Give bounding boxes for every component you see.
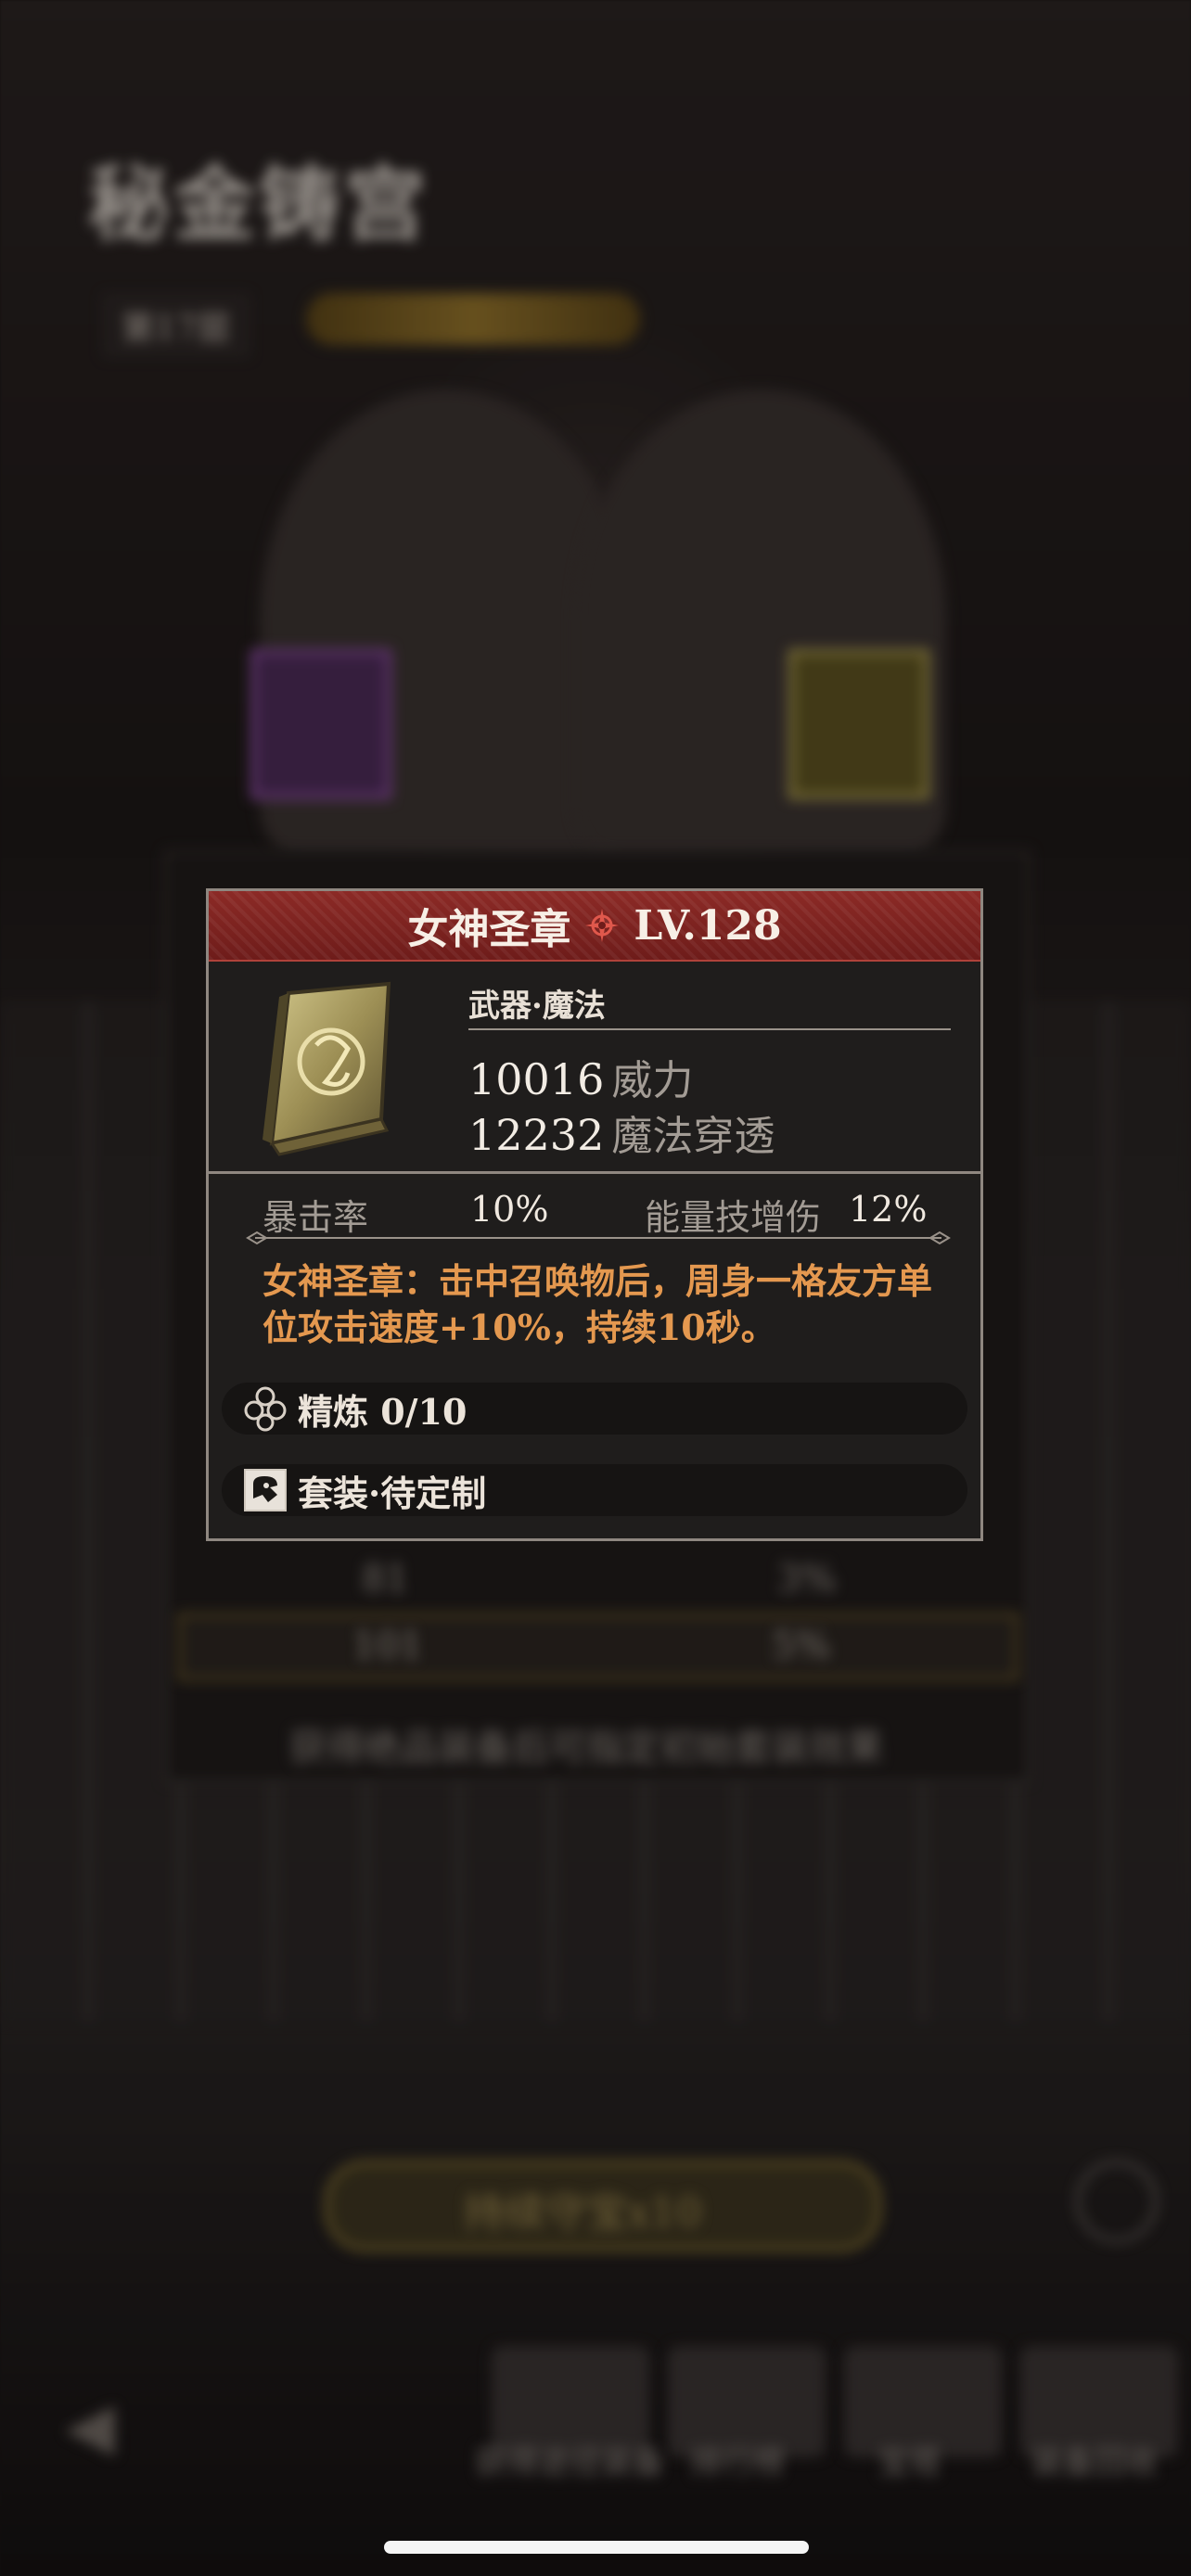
refine-row[interactable]: 精炼 0/10	[222, 1383, 967, 1435]
item-description: 女神圣章：击中召唤物后，周身一格友方单位攻击速度+10%，持续10秒。	[263, 1260, 933, 1348]
item-summary: 武器·魔法 10016 威力 12232 魔法穿透	[209, 962, 980, 1174]
tooltip-header: 女神圣章 LV.128	[209, 891, 980, 962]
item-tooltip: 女神圣章 LV.128 武器·魔法 10016 威力 12232 魔法穿透 暴击…	[206, 888, 983, 1541]
refine-text: 精炼 0/10	[298, 1390, 467, 1433]
stat-power-value: 10016	[468, 1054, 605, 1104]
stat-power: 10016 威力	[468, 1047, 693, 1106]
item-level: LV.128	[634, 901, 782, 950]
stat-penetration-value: 12232	[468, 1110, 605, 1160]
set-custom-icon	[244, 1469, 287, 1511]
stat-penetration-label: 魔法穿透	[611, 1113, 775, 1160]
refine-cluster-icon	[244, 1386, 287, 1432]
stat-power-label: 威力	[611, 1057, 694, 1104]
rune-icon	[585, 909, 620, 942]
crit-value: 10%	[470, 1189, 549, 1230]
ornament-divider	[246, 1231, 951, 1245]
weapon-type: 武器·魔法	[468, 988, 606, 1025]
stat-penetration: 12232 魔法穿透	[468, 1103, 775, 1162]
set-row[interactable]: 套装·待定制	[222, 1464, 967, 1516]
home-indicator[interactable]	[384, 2541, 809, 2554]
item-name: 女神圣章	[407, 906, 571, 953]
tome-item-icon	[263, 981, 391, 1156]
set-text: 套装·待定制	[298, 1472, 487, 1514]
energy-value: 12%	[849, 1189, 928, 1230]
type-divider	[468, 1028, 951, 1030]
